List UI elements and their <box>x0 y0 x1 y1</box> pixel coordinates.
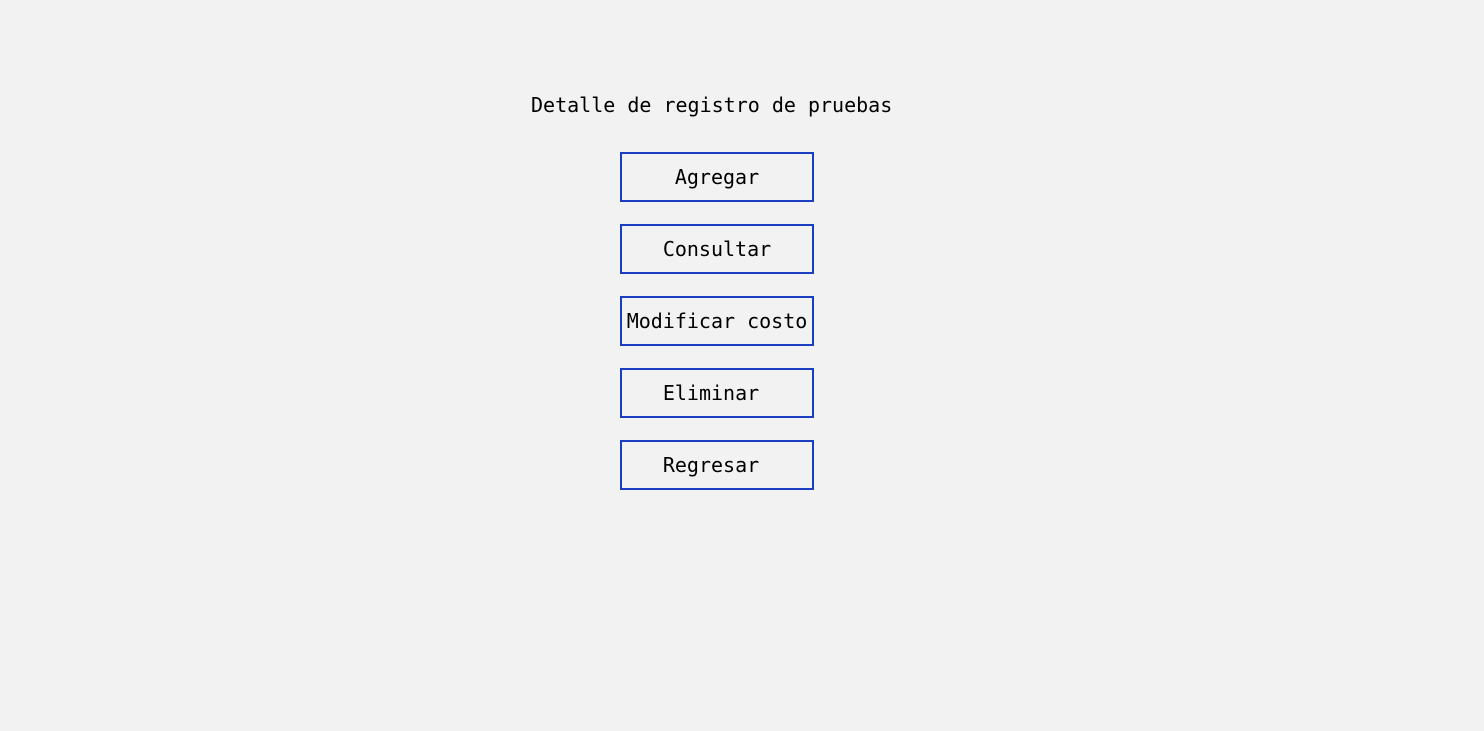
modificar-costo-button[interactable]: Modificar costo <box>620 296 814 346</box>
eliminar-button[interactable]: Eliminar <box>620 368 814 418</box>
page-title: Detalle de registro de pruebas <box>531 93 893 117</box>
regresar-button[interactable]: Regresar <box>620 440 814 490</box>
consultar-button[interactable]: Consultar <box>620 224 814 274</box>
regresar-button-label: Regresar <box>662 453 760 477</box>
consultar-button-label: Consultar <box>662 237 772 261</box>
agregar-button-label: Agregar <box>674 165 760 189</box>
modificar-costo-button-label: Modificar costo <box>626 309 808 333</box>
page: Detalle de registro de pruebas Agregar C… <box>0 0 1484 731</box>
agregar-button[interactable]: Agregar <box>620 152 814 202</box>
eliminar-button-label: Eliminar <box>662 381 760 405</box>
